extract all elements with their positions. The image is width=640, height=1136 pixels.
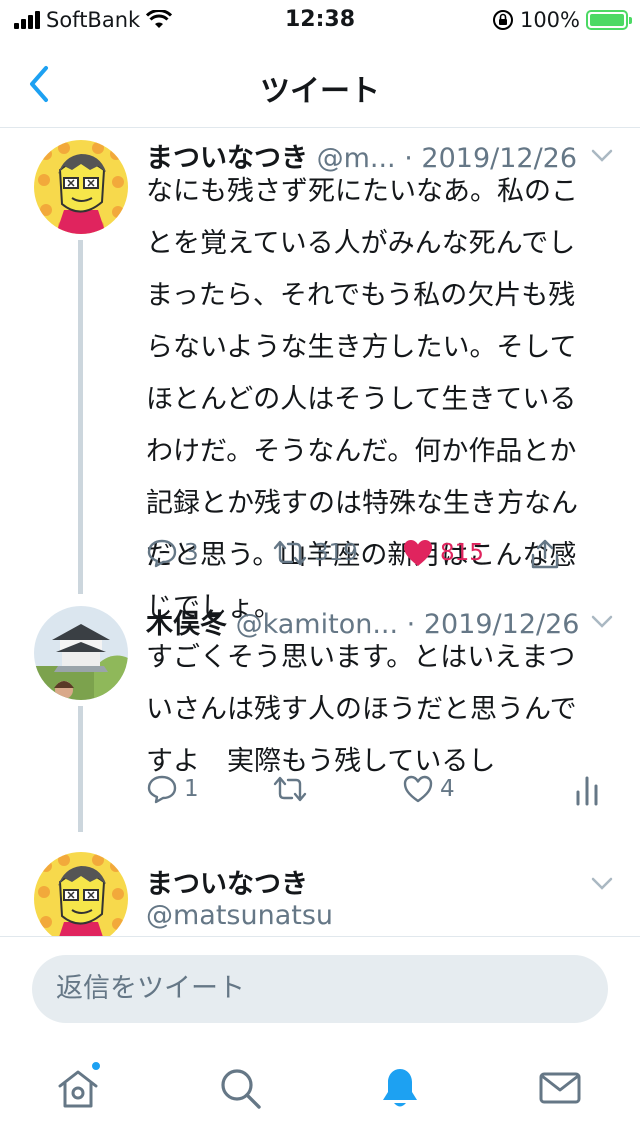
battery-icon bbox=[586, 10, 632, 30]
tweet-text-line: いさんは残す人のほうだと思うんで bbox=[146, 694, 577, 725]
tweet-handle-row: @matsunatsu bbox=[146, 900, 620, 931]
retweet-icon bbox=[273, 776, 307, 802]
retweet-button[interactable] bbox=[272, 774, 314, 804]
share-button[interactable] bbox=[530, 538, 560, 570]
tweet-text-line: すごくそう思います。とはいえまつ bbox=[146, 642, 576, 673]
tweet-actions: 3 319 815 bbox=[146, 538, 612, 578]
status-bar: SoftBank 12:38 100% bbox=[0, 0, 640, 40]
analytics-icon bbox=[576, 776, 598, 806]
retweet-button[interactable]: 319 bbox=[272, 538, 358, 568]
tab-bar bbox=[0, 1038, 640, 1136]
reply-count: 3 bbox=[184, 540, 199, 566]
tweet-2[interactable]: 木俣冬 @kamiton... · 2019/12/26 すごくそう思います。と… bbox=[0, 596, 640, 832]
avatar[interactable] bbox=[34, 140, 128, 234]
avatar[interactable] bbox=[34, 606, 128, 700]
reply-bar: 返信をツイート bbox=[0, 936, 640, 1038]
analytics-button[interactable] bbox=[574, 774, 600, 806]
thread-line bbox=[78, 240, 83, 594]
heart-outline-icon bbox=[403, 775, 433, 803]
reply-icon bbox=[147, 775, 177, 804]
chevron-down-icon[interactable] bbox=[590, 614, 614, 630]
reply-button[interactable]: 1 bbox=[146, 774, 199, 804]
bell-icon bbox=[383, 1069, 417, 1107]
tweet-actions: 1 4 bbox=[146, 774, 612, 814]
reply-icon bbox=[147, 539, 177, 568]
battery-percent: 100% bbox=[519, 8, 580, 32]
tab-home[interactable] bbox=[54, 1060, 102, 1112]
search-icon bbox=[221, 1069, 261, 1109]
tweet-text-line: 記録とか残すのは特殊な生き方なん bbox=[146, 488, 578, 519]
avatar-photo bbox=[34, 606, 128, 700]
reply-button[interactable]: 3 bbox=[146, 538, 199, 568]
mail-icon bbox=[539, 1072, 581, 1104]
tab-search[interactable] bbox=[216, 1064, 264, 1112]
like-count: 815 bbox=[440, 540, 484, 566]
reply-input[interactable]: 返信をツイート bbox=[32, 955, 608, 1023]
like-count: 4 bbox=[440, 776, 455, 802]
heart-filled-icon bbox=[404, 540, 432, 566]
tweet-1[interactable]: まついなつき @m... · 2019/12/26 なにも残さず死にたいなあ。私… bbox=[0, 128, 640, 623]
battery-group: 100% bbox=[492, 8, 632, 32]
chevron-down-icon[interactable] bbox=[590, 876, 614, 892]
chevron-down-icon[interactable] bbox=[590, 148, 614, 164]
page-title: ツイート bbox=[260, 74, 380, 109]
notification-dot bbox=[90, 1060, 102, 1072]
avatar-illustration bbox=[34, 140, 128, 234]
handle[interactable]: @matsunatsu bbox=[146, 900, 333, 931]
reply-count: 1 bbox=[184, 776, 199, 802]
like-button[interactable]: 815 bbox=[402, 538, 484, 568]
tweet-text-line: まったら、それでもう私の欠片も残 bbox=[146, 280, 576, 311]
tweet-text: すごくそう思います。とはいえまつ いさんは残す人のほうだと思うんで すよ 実際も… bbox=[146, 632, 606, 788]
thread-line bbox=[78, 706, 83, 832]
tab-notifications[interactable] bbox=[376, 1064, 424, 1112]
tweet-text-line: わけだ。そうなんだ。何か作品とか bbox=[146, 436, 577, 467]
share-icon bbox=[531, 539, 559, 569]
orientation-lock-icon bbox=[492, 10, 513, 30]
retweet-icon bbox=[273, 540, 307, 566]
display-name[interactable]: まついなつき bbox=[146, 869, 308, 900]
tweet-header: まついなつき bbox=[146, 862, 620, 901]
tweet-text-line: なにも残さず死にたいなあ。私のこ bbox=[146, 176, 578, 207]
nav-bar: ツイート bbox=[0, 40, 640, 128]
avatar-illustration bbox=[34, 852, 128, 936]
tweet-text-line: ほとんどの人はそうして生きている bbox=[146, 384, 577, 415]
avatar[interactable] bbox=[34, 852, 128, 936]
tweet-3[interactable]: まついなつき @matsunatsu bbox=[0, 848, 640, 936]
tweet-text-line: らないような生き方したい。そして bbox=[146, 332, 577, 363]
tab-messages[interactable] bbox=[536, 1064, 584, 1112]
retweet-count: 319 bbox=[314, 540, 358, 566]
like-button[interactable]: 4 bbox=[402, 774, 455, 804]
tweet-text-line: とを覚えている人がみんな死んでし bbox=[146, 228, 576, 259]
